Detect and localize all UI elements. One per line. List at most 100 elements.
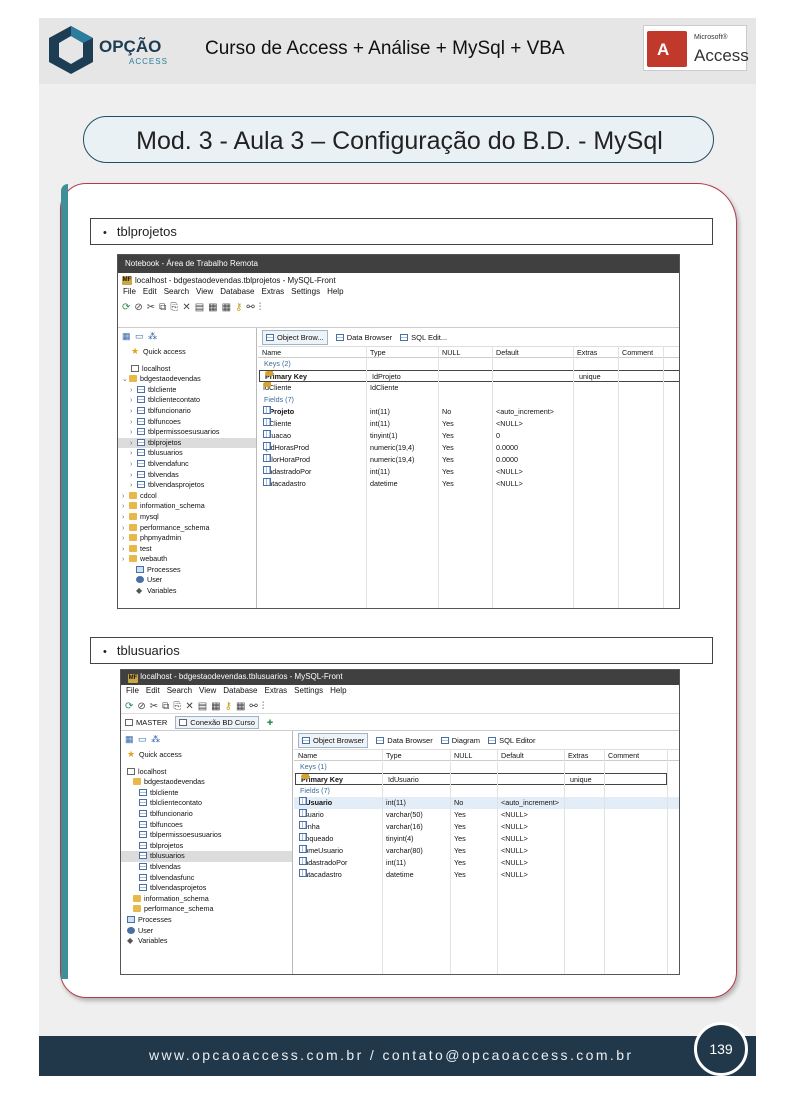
tree-database-performance_schema[interactable]: › performance_schema [118, 523, 256, 534]
tree-database[interactable]: bdgestaodevendas [121, 777, 292, 788]
tree-table-tblprojetos[interactable]: › tblprojetos [118, 437, 256, 449]
copy-icon[interactable]: ⧉ [159, 302, 166, 313]
field-row[interactable]: Datacadastro datetime Yes <NULL> [258, 478, 679, 490]
field-row[interactable]: Datacadastro datetime Yes <NULL> [294, 869, 679, 881]
database-icon[interactable]: ▤ [195, 302, 204, 313]
refresh-icon[interactable]: ⟳ [125, 701, 133, 712]
settings-icon[interactable]: ⁂ [148, 331, 158, 341]
menu-item-file[interactable]: File [123, 287, 136, 299]
field-row[interactable]: ValorHoraProd numeric(19,4) Yes 0.0000 [258, 454, 679, 466]
tree-table-tblpermissoesusuarios[interactable]: tblpermissoesusuarios [121, 830, 292, 841]
view-tab-2[interactable]: SQL Edit... [400, 333, 447, 342]
tree-table-tblvendas[interactable]: tblvendas [121, 862, 292, 873]
stop-icon[interactable]: ⊘ [134, 302, 142, 313]
link-icon[interactable]: ⚯ [249, 701, 257, 712]
menu-item-view[interactable]: View [199, 686, 216, 698]
menu-item-extras[interactable]: Extras [262, 287, 285, 299]
tree-table-tblclientecontato[interactable]: tblclientecontato [121, 798, 292, 809]
menu-item-settings[interactable]: Settings [291, 287, 320, 299]
add-tab-icon[interactable]: ✚ [267, 718, 273, 727]
menu-item-view[interactable]: View [196, 287, 213, 299]
settings-icon[interactable]: ⁂ [151, 734, 161, 744]
grid-icon[interactable]: ▦ [236, 701, 245, 712]
table-icon[interactable]: ▦ [208, 302, 217, 313]
menu-item-edit[interactable]: Edit [146, 686, 160, 698]
tree-table-tblvendafunc[interactable]: › tblvendafunc [118, 459, 256, 470]
view-tab-3[interactable]: SQL Editor [488, 736, 535, 745]
copy-icon[interactable]: ⧉ [162, 701, 169, 712]
grid-icon[interactable]: ▦ [222, 302, 231, 313]
view-tab-0[interactable]: Object Brow... [262, 329, 328, 345]
tree-database-test[interactable]: › test [118, 544, 256, 555]
cut-icon[interactable]: ✂ [150, 701, 158, 712]
stop-icon[interactable]: ⊘ [137, 701, 145, 712]
tree-quick-access[interactable]: ★ Quick access [118, 346, 256, 357]
delete-icon[interactable]: ✕ [185, 701, 193, 712]
menu-item-database[interactable]: Database [220, 287, 254, 299]
tree-table-tblpermissoesusuarios[interactable]: › tblpermissoesusuarios [118, 427, 256, 438]
menu-item-database[interactable]: Database [223, 686, 257, 698]
key-icon[interactable]: ⚷ [235, 302, 242, 313]
filter-icon[interactable]: ⫶ [259, 302, 262, 313]
table-icon[interactable]: ▦ [211, 701, 220, 712]
connection-tab[interactable]: MASTER [125, 718, 167, 727]
view-tab-1[interactable]: Data Browser [335, 333, 392, 342]
refresh-icon[interactable]: ⟳ [122, 302, 130, 313]
menu-item-extras[interactable]: Extras [265, 686, 288, 698]
key-icon[interactable]: ⚷ [225, 701, 232, 712]
tree-table-tblcliente[interactable]: tblcliente [121, 788, 292, 799]
tree-processes[interactable]: Processes [118, 565, 256, 576]
field-row[interactable]: QtdHorasProd numeric(19,4) Yes 0.0000 [258, 442, 679, 454]
delete-icon[interactable]: ✕ [182, 302, 190, 313]
tree-database-webauth[interactable]: › webauth [118, 554, 256, 565]
key-row[interactable]: IdCliente IdCliente [258, 382, 679, 394]
connection-tab[interactable]: Conexão BD Curso [175, 715, 259, 729]
filter-icon[interactable]: ⫶ [262, 701, 265, 712]
tree-table-tblvendasfunc[interactable]: tblvendasfunc [121, 873, 292, 884]
tree-host[interactable]: localhost [118, 364, 256, 375]
field-row[interactable]: NomeUsuario varchar(80) Yes <NULL> [294, 845, 679, 857]
tree-table-tblclientecontato[interactable]: › tblclientecontato [118, 395, 256, 406]
paste-icon[interactable]: ⎘ [173, 701, 181, 712]
tree-quick-access[interactable]: ★ Quick access [121, 749, 292, 760]
field-row[interactable]: Senha varchar(16) Yes <NULL> [294, 821, 679, 833]
tree-table-tblfuncionario[interactable]: tblfuncionario [121, 809, 292, 820]
field-row[interactable]: IdCliente int(11) Yes <NULL> [258, 418, 679, 430]
tree-user[interactable]: User [121, 926, 292, 937]
tree-variables[interactable]: ◆ Variables [118, 586, 256, 597]
field-row[interactable]: Situacao tinyint(1) Yes 0 [258, 430, 679, 442]
tree-table-tblprojetos[interactable]: tblprojetos [121, 841, 292, 852]
tree-database-mysql[interactable]: › mysql [118, 512, 256, 523]
menu-item-settings[interactable]: Settings [294, 686, 323, 698]
menu-item-search[interactable]: Search [164, 287, 189, 299]
tree-table-tblfuncoes[interactable]: › tblfuncoes [118, 417, 256, 428]
menu-item-help[interactable]: Help [330, 686, 346, 698]
key-row[interactable]: Primary Key IdUsuario unique [295, 773, 667, 785]
tree-database-information_schema[interactable]: information_schema [121, 894, 292, 905]
tree-table-tblusuarios[interactable]: tblusuarios [121, 851, 292, 862]
field-row[interactable]: IdProjeto int(11) No <auto_increment> [258, 406, 679, 418]
menu-item-help[interactable]: Help [327, 287, 343, 299]
view-tab-0[interactable]: Object Browser [298, 732, 369, 748]
field-row[interactable]: Usuario varchar(50) Yes <NULL> [294, 809, 679, 821]
folder-icon[interactable]: ▭ [138, 734, 148, 744]
tree-table-tblcliente[interactable]: › tblcliente [118, 385, 256, 396]
tree-table-tblvendasprojetos[interactable]: › tblvendasprojetos [118, 480, 256, 491]
tree-database-performance_schema[interactable]: performance_schema [121, 904, 292, 915]
tree-table-tblfuncionario[interactable]: › tblfuncionario [118, 406, 256, 417]
database-icon[interactable]: ▤ [198, 701, 207, 712]
tree-table-tblvendasprojetos[interactable]: tblvendasprojetos [121, 883, 292, 894]
tree-database-cdcol[interactable]: › cdcol [118, 491, 256, 502]
view-tab-2[interactable]: Diagram [440, 736, 480, 745]
key-row[interactable]: Primary Key IdProjeto unique [259, 370, 679, 382]
menu-item-edit[interactable]: Edit [143, 287, 157, 299]
menu-item-search[interactable]: Search [167, 686, 192, 698]
tree-user[interactable]: User [118, 575, 256, 586]
folder-icon[interactable]: ▭ [135, 331, 145, 341]
menu-item-file[interactable]: File [126, 686, 139, 698]
field-row[interactable]: IdUsuario int(11) No <auto_increment> [294, 797, 679, 809]
tree-table-tblfuncoes[interactable]: tblfuncoes [121, 820, 292, 831]
tree-table-tblusuarios[interactable]: › tblusuarios [118, 448, 256, 459]
cut-icon[interactable]: ✂ [147, 302, 155, 313]
tree-table-tblvendas[interactable]: › tblvendas [118, 470, 256, 481]
